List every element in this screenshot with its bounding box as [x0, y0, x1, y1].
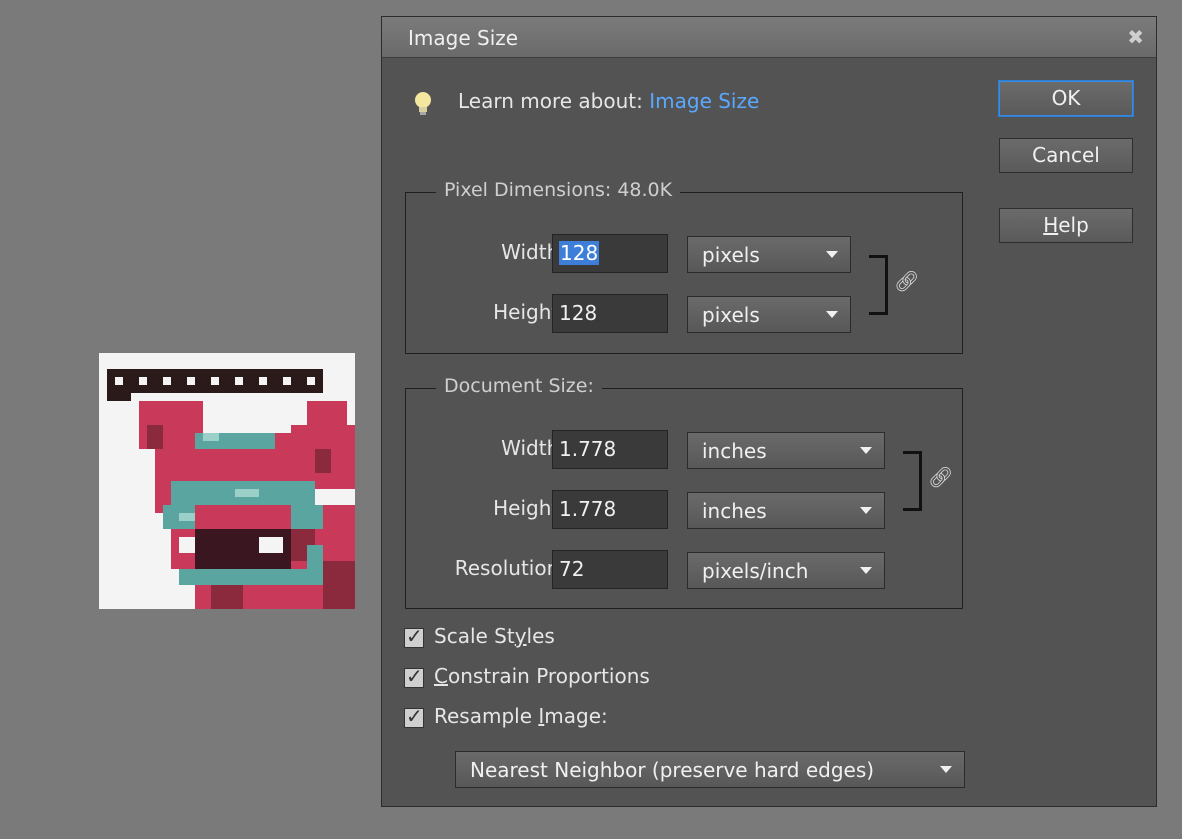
- cancel-button[interactable]: Cancel: [999, 138, 1133, 173]
- pixel-dimensions-group: Pixel Dimensions: 48.0K Width: 128 pixel…: [405, 179, 963, 354]
- ok-button[interactable]: OK: [998, 80, 1134, 117]
- pixel-width-value: 128: [559, 241, 600, 265]
- learn-more-label: Learn more about:: [458, 89, 643, 113]
- document-size-group: Document Size: Width: 1.778 inches Heigh…: [405, 375, 963, 609]
- chevron-down-icon: [826, 251, 838, 258]
- resample-label-suffix: mage:: [544, 704, 608, 728]
- help-button-label: elp: [1058, 213, 1089, 237]
- pixel-width-input[interactable]: 128: [552, 234, 668, 273]
- document-size-legend: Document Size:: [436, 375, 602, 397]
- pixel-height-unit: pixels: [702, 303, 760, 327]
- pixel-width-unit: pixels: [702, 243, 760, 267]
- pixel-dimensions-legend: Pixel Dimensions: 48.0K: [436, 179, 681, 201]
- checkbox-checked-icon[interactable]: [404, 704, 424, 728]
- doc-width-unit-select[interactable]: inches: [687, 432, 885, 469]
- close-icon[interactable]: ✖: [1127, 25, 1144, 49]
- chevron-down-icon: [860, 447, 872, 454]
- dialog-titlebar[interactable]: Image Size ✖: [382, 17, 1156, 58]
- chain-link-icon: 🔗︎: [894, 269, 920, 293]
- resolution-unit: pixels/inch: [702, 559, 809, 583]
- constrain-proportions-label: onstrain Proportions: [447, 664, 650, 688]
- dialog-title: Image Size: [408, 26, 519, 50]
- doc-width-input[interactable]: 1.778: [552, 430, 668, 469]
- pixel-width-unit-select[interactable]: pixels: [687, 236, 851, 273]
- doc-width-value: 1.778: [559, 437, 617, 461]
- lightbulb-icon: [412, 89, 434, 119]
- scale-styles-mnemonic: y: [514, 624, 527, 648]
- help-button[interactable]: Help: [999, 208, 1133, 243]
- chevron-down-icon: [940, 766, 952, 773]
- pixel-art-image: [99, 353, 355, 609]
- image-size-dialog: Image Size ✖ Learn more about: Image Siz…: [381, 16, 1157, 807]
- checkbox-checked-icon[interactable]: [404, 664, 424, 688]
- doc-width-label: Width:: [501, 436, 566, 460]
- pixel-height-input[interactable]: 128: [552, 294, 668, 333]
- resample-method-value: Nearest Neighbor (preserve hard edges): [470, 758, 875, 782]
- checkbox-checked-icon[interactable]: [404, 624, 424, 648]
- resample-method-select[interactable]: Nearest Neighbor (preserve hard edges): [455, 751, 965, 788]
- chevron-down-icon: [860, 567, 872, 574]
- resample-label: Resample: [434, 704, 539, 728]
- learn-more-link[interactable]: Image Size: [649, 89, 759, 113]
- chevron-down-icon: [826, 311, 838, 318]
- doc-height-label: Height:: [493, 496, 566, 520]
- scale-styles-label-suffix: les: [526, 624, 555, 648]
- resolution-input[interactable]: 72: [552, 550, 668, 589]
- pixel-height-label: Height:: [493, 300, 566, 324]
- pixel-height-unit-select[interactable]: pixels: [687, 296, 851, 333]
- constrain-bracket: [869, 255, 888, 315]
- chain-link-icon: 🔗︎: [928, 465, 954, 489]
- resolution-value: 72: [559, 557, 585, 581]
- constrain-bracket: [903, 451, 922, 511]
- constrain-mnemonic: C: [434, 664, 448, 688]
- scale-styles-label: Scale St: [434, 624, 515, 648]
- doc-height-value: 1.778: [559, 497, 617, 521]
- doc-height-unit: inches: [702, 499, 767, 523]
- image-thumbnail: [99, 353, 355, 609]
- resolution-label: Resolution:: [454, 556, 566, 580]
- doc-width-unit: inches: [702, 439, 767, 463]
- help-button-mnemonic: H: [1043, 213, 1059, 237]
- pixel-width-label: Width:: [501, 240, 566, 264]
- doc-height-input[interactable]: 1.778: [552, 490, 668, 529]
- pixel-height-value: 128: [559, 301, 598, 325]
- resolution-unit-select[interactable]: pixels/inch: [687, 552, 885, 589]
- chevron-down-icon: [860, 507, 872, 514]
- doc-height-unit-select[interactable]: inches: [687, 492, 885, 529]
